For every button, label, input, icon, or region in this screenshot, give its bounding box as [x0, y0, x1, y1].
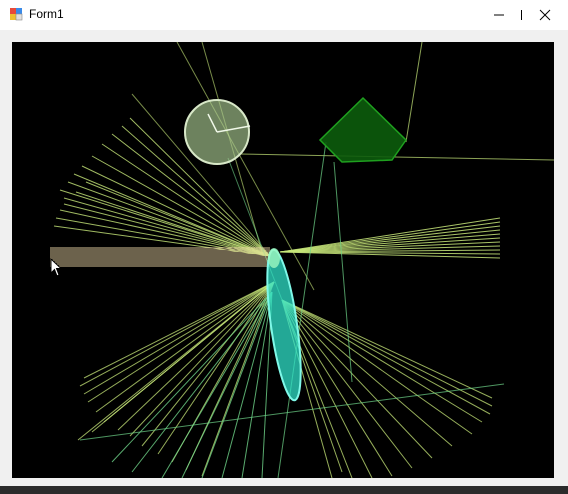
- ray: [117, 281, 275, 431]
- window-title: Form1: [29, 7, 64, 21]
- ray: [281, 299, 491, 415]
- ray-tracing-canvas[interactable]: [12, 42, 554, 478]
- ray: [91, 281, 275, 433]
- ray: [281, 299, 493, 399]
- ray: [281, 299, 483, 423]
- lens-highlight: [268, 248, 280, 268]
- app-window: Form1: [0, 0, 568, 494]
- ray: [67, 181, 271, 257]
- ray: [85, 181, 271, 257]
- app-icon: [10, 8, 23, 21]
- bottom-edge: [0, 486, 568, 494]
- close-icon: [539, 9, 551, 21]
- close-button[interactable]: [522, 0, 568, 30]
- ray: [83, 281, 275, 395]
- ray: [59, 209, 271, 257]
- incident-beam: [50, 247, 270, 267]
- ray: [111, 291, 273, 463]
- optics-scene: [50, 42, 554, 478]
- ray: [161, 291, 273, 478]
- ray: [405, 42, 423, 143]
- mouse-cursor-icon: [50, 258, 62, 277]
- pentagon-obstacle[interactable]: [318, 96, 407, 163]
- ray: [201, 291, 273, 478]
- maximize-button[interactable]: [476, 0, 522, 30]
- ray: [281, 299, 473, 435]
- ray: [101, 143, 271, 257]
- ray: [239, 153, 554, 161]
- ray: [333, 161, 353, 383]
